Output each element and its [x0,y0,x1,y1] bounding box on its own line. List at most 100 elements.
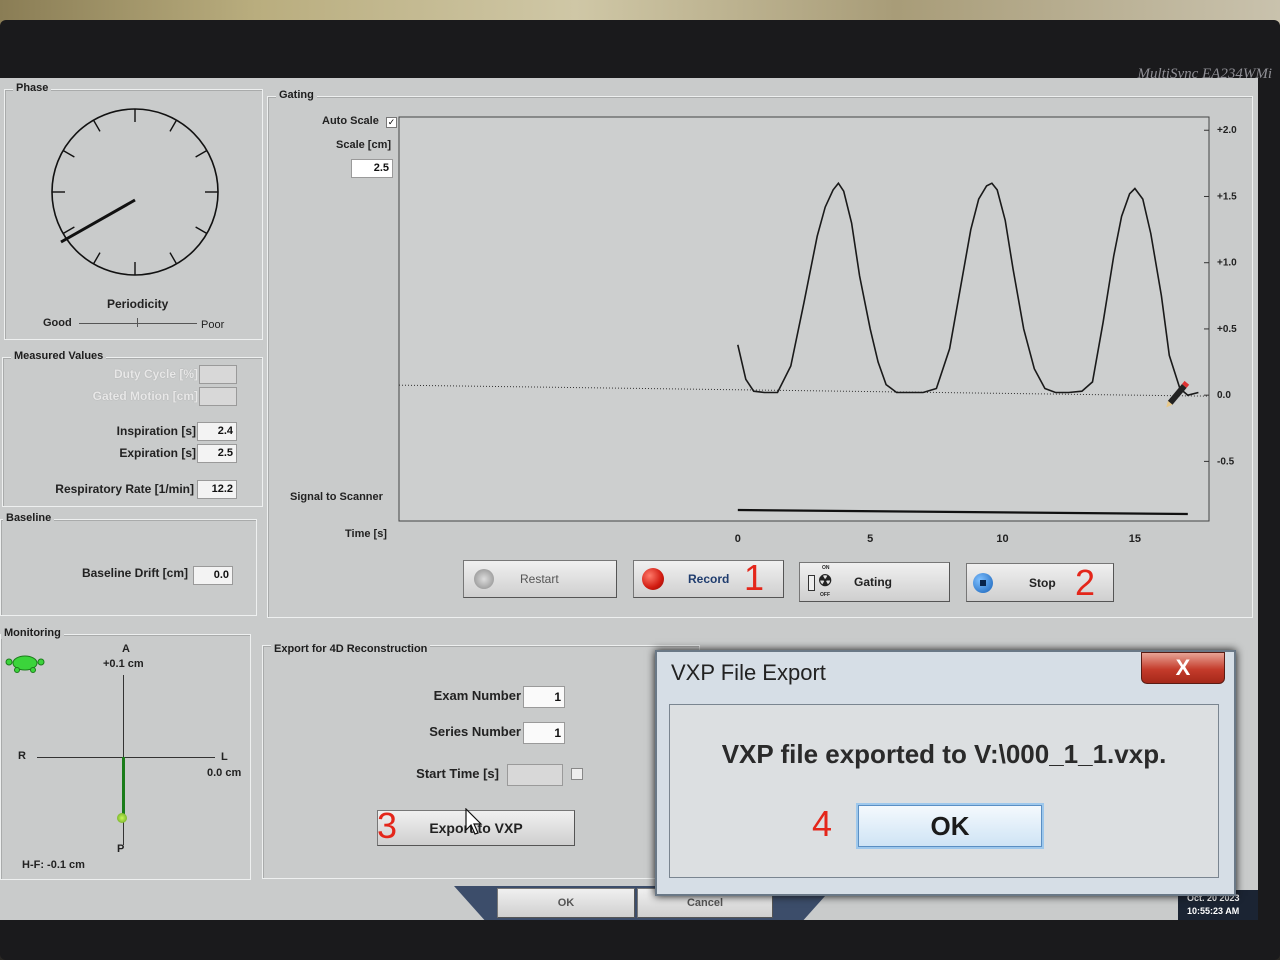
restart-icon [474,569,494,589]
x-tick-label: 5 [867,533,873,545]
dial-tick [195,149,208,158]
periodicity-label: Periodicity [107,297,169,311]
scale-label: Scale [cm] [336,139,392,151]
dial-tick [169,119,178,132]
monitoring-l-value: 0.0 cm [207,767,242,779]
restart-button[interactable]: Restart [463,560,617,598]
y-tick-label: -0.5 [1217,456,1235,467]
measured-title: Measured Values [11,350,107,362]
monitoring-a-value: +0.1 cm [103,658,144,670]
dialog-close-button[interactable]: X [1141,652,1225,684]
phase-dial [51,108,219,276]
series-number-input[interactable]: 1 [523,722,565,744]
measured-values-panel: Measured Values Duty Cycle [%] Gated Mot… [2,350,263,507]
y-tick-label: +1.0 [1217,258,1237,269]
monitoring-horizontal-axis [37,757,215,758]
x-axis-ticks: 0 5 10 15 [735,533,1141,545]
baseline-drift-label: Baseline Drift [cm] [81,566,188,580]
dial-tick [195,226,208,235]
series-number-label: Series Number [429,724,521,739]
turtle-icon [5,655,45,673]
mouse-cursor-icon [465,808,483,835]
monitoring-l-label: L [221,751,228,763]
start-time-input[interactable] [507,764,563,786]
dialog-ok-button[interactable]: OK [858,805,1042,847]
gating-title: Gating [276,89,317,101]
dial-tick [169,252,178,265]
dialog-ok-label: OK [930,810,970,841]
monitoring-panel: Monitoring A +0.1 cm R L 0.0 cm P H-F: -… [0,627,251,880]
dial-tick [62,226,75,235]
y-tick-label: +0.5 [1217,324,1237,335]
periodicity-marker [137,318,138,327]
gated-motion-label: Gated Motion [cm] [92,389,198,403]
time-text: 10:55:23 AM [1187,906,1240,916]
baseline-drift-value: 0.0 [193,566,233,585]
footer-ok-button[interactable]: OK [497,888,635,918]
footer-cancel-label: Cancel [686,897,724,909]
y-tick-label: +2.0 [1217,125,1237,136]
dialog-title: VXP File Export [671,660,826,685]
restart-label: Restart [520,572,559,586]
annotation-4: 4 [812,803,833,844]
respiratory-rate-value: 12.2 [197,480,237,499]
breathing-chart: +2.0 +1.5 +1.0 +0.5 0.0 -0.5 0 5 10 15 [398,116,1237,545]
monitoring-p-label: P [117,843,125,855]
vxp-export-dialog: VXP File Export X VXP file exported to V… [655,650,1236,896]
close-icon: X [1175,655,1191,680]
y-tick-label: +1.5 [1217,191,1237,202]
annotation-3: 3 [377,805,398,846]
time-axis-label: Time [s] [345,528,387,540]
phase-panel: Phase Periodicity Good Poor [4,82,263,340]
scale-input[interactable]: 2.5 [351,159,393,178]
annotation-2: 2 [1075,562,1096,603]
expiration-label: Expiration [s] [119,446,196,460]
gating-button[interactable]: ON ☢ OFF Gating [799,562,950,602]
gating-switch-icon: ON ☢ OFF [806,565,836,599]
chart-plot-area [398,116,1210,522]
dial-tick [62,149,75,158]
respiratory-rate-label: Respiratory Rate [1/min] [55,482,194,496]
monitoring-title: Monitoring [1,627,64,639]
exam-number-label: Exam Number [433,688,521,703]
duty-cycle-label: Duty Cycle [%] [113,367,198,381]
monitoring-position-dot [117,813,127,823]
phase-needle [60,198,136,244]
record-icon [642,568,664,590]
dialog-message: VXP file exported to V:\000_1_1.vxp. [721,739,1167,769]
gating-label: Gating [854,575,892,589]
x-tick-label: 10 [996,533,1008,545]
stop-icon [973,572,993,593]
export-panel: Export for 4D Reconstruction Exam Number… [262,643,700,879]
expiration-value: 2.5 [197,444,237,463]
stop-label: Stop [1029,575,1056,590]
auto-scale-label: Auto Scale [322,115,379,127]
monitoring-a-label: A [122,643,130,655]
baseline-title: Baseline [3,512,55,524]
auto-scale-checkbox[interactable]: ✓ [386,117,397,128]
annotation-1: 1 [744,557,765,598]
x-tick-label: 0 [735,533,741,545]
radiation-icon: ☢ [818,573,833,590]
dialog-body: VXP file exported to V:\000_1_1.vxp. OK [669,704,1219,878]
duty-cycle-field [199,365,237,384]
good-label: Good [43,317,72,329]
record-label: Record [688,572,730,586]
periodicity-scale [79,323,197,324]
inspiration-value: 2.4 [197,422,237,441]
dial-tick [92,119,101,132]
inspiration-label: Inspiration [s] [116,424,196,438]
x-tick-label: 15 [1129,533,1141,545]
start-time-checkbox[interactable] [571,768,583,780]
poor-label: Poor [201,319,225,331]
monitoring-position-trace [122,757,125,817]
export-title: Export for 4D Reconstruction [271,643,431,655]
phase-title: Phase [13,82,52,94]
start-time-label: Start Time [s] [416,766,499,781]
gated-motion-field [199,387,237,406]
signal-to-scanner-label: Signal to Scanner [290,491,383,503]
exam-number-input[interactable]: 1 [523,686,565,708]
footer-ok-label: OK [557,897,575,909]
monitoring-hf-value: H-F: -0.1 cm [22,859,85,871]
y-tick-label: 0.0 [1217,390,1231,401]
